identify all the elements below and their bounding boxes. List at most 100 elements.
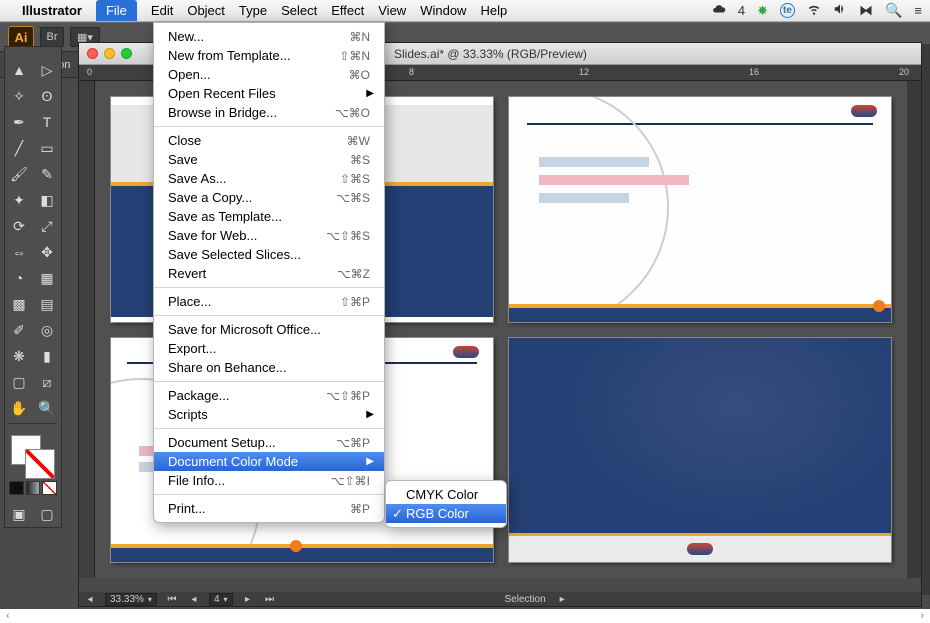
file-menu-item[interactable]: Save As...⇧⌘S [154,169,384,188]
file-menu-item[interactable]: Export... [154,339,384,358]
width-tool-icon[interactable]: ⇔ [5,239,33,265]
menu-view[interactable]: View [378,3,406,18]
submenu-arrow-icon: ▶ [366,409,374,420]
gradient-mode-icon[interactable] [26,481,41,495]
wifi-icon[interactable] [807,2,821,19]
menu-object[interactable]: Object [187,3,225,18]
window-zoom-icon[interactable] [121,48,132,59]
none-mode-icon[interactable] [42,481,57,495]
pen-tool-icon[interactable]: ✒ [5,109,33,135]
file-menu-item[interactable]: Revert⌥⌘Z [154,264,384,283]
file-menu-item[interactable]: File Info...⌥⇧⌘I [154,471,384,490]
symbol-sprayer-tool-icon[interactable]: ❋ [5,343,33,369]
file-menu-item[interactable]: Close⌘W [154,131,384,150]
menu-window[interactable]: Window [420,3,466,18]
menu-extras-icon[interactable]: ≡ [914,3,922,18]
artboard-nav-field[interactable]: 4▾ [209,593,233,606]
next-artboard-icon[interactable]: ▸ [241,594,255,605]
magic-wand-tool-icon[interactable]: ✧ [5,83,33,109]
file-menu-item[interactable]: Document Color Mode▶ [154,452,384,471]
pencil-tool-icon[interactable]: ✎ [33,161,61,187]
lasso-tool-icon[interactable]: ʘ [33,83,61,109]
artboard-4[interactable] [509,338,891,563]
shape-builder-tool-icon[interactable]: ◔ [5,265,33,291]
screen-mode-full-icon[interactable]: ▢ [33,501,61,527]
status-menu-icon[interactable]: ▸ [560,594,565,605]
blend-tool-icon[interactable]: ◎ [33,317,61,343]
selection-tool-icon[interactable]: ▲ [5,57,33,83]
blob-brush-tool-icon[interactable]: ✦ [5,187,33,213]
bluetooth-icon[interactable]: ⧓ [859,2,873,19]
last-artboard-icon[interactable]: ⏭ [263,594,277,605]
direct-selection-tool-icon[interactable]: ▷ [33,57,61,83]
menu-select[interactable]: Select [281,3,317,18]
rgb-color-item[interactable]: ✓RGB Color [386,504,506,523]
file-menu-item[interactable]: Save for Web...⌥⇧⌘S [154,226,384,245]
stroke-color-swatch[interactable] [25,449,55,479]
file-menu-item[interactable]: Print...⌘P [154,499,384,518]
file-menu-item[interactable]: Save Selected Slices... [154,245,384,264]
menu-help[interactable]: Help [480,3,507,18]
prev-page-icon[interactable]: ‹ [6,610,10,622]
type-tool-icon[interactable]: T [33,109,61,135]
file-menu-item[interactable]: New...⌘N [154,27,384,46]
perspective-tool-icon[interactable]: ▦ [33,265,61,291]
te-icon[interactable]: te [780,3,795,18]
eraser-tool-icon[interactable]: ◧ [33,187,61,213]
file-menu-item[interactable]: Save for Microsoft Office... [154,320,384,339]
eyedropper-tool-icon[interactable]: ✐ [5,317,33,343]
column-graph-tool-icon[interactable]: ▮ [33,343,61,369]
color-mode-icon[interactable] [9,481,24,495]
file-menu-item[interactable]: Save as Template... [154,207,384,226]
paintbrush-tool-icon[interactable]: 🖌 [5,161,33,187]
zoom-out-icon[interactable]: ◂ [83,594,97,605]
free-transform-tool-icon[interactable]: ✥ [33,239,61,265]
file-menu-item[interactable]: Scripts▶ [154,405,384,424]
zoom-tool-icon[interactable]: 🔍 [33,395,61,421]
window-minimize-icon[interactable] [104,48,115,59]
prev-artboard-icon[interactable]: ◂ [187,594,201,605]
file-menu-item[interactable]: Browse in Bridge...⌥⌘O [154,103,384,122]
scale-tool-icon[interactable]: ⤢ [33,213,61,239]
next-page-icon[interactable]: › [920,610,924,622]
artboard-tool-icon[interactable]: ▢ [5,369,33,395]
scrollbar-vertical[interactable] [907,81,921,578]
menu-file[interactable]: File [96,0,137,21]
line-tool-icon[interactable]: ╱ [5,135,33,161]
gradient-tool-icon[interactable]: ▤ [33,291,61,317]
panel-dock[interactable] [922,44,930,595]
app-name[interactable]: Illustrator [22,3,82,18]
dropbox-icon[interactable]: ✸ [757,3,768,19]
fill-stroke-swatches[interactable] [5,431,61,479]
menu-effect[interactable]: Effect [331,3,364,18]
screen-mode-normal-icon[interactable]: ▣ [5,501,33,527]
rectangle-tool-icon[interactable]: ▭ [33,135,61,161]
volume-icon[interactable] [833,2,847,19]
bridge-button[interactable]: Br [40,27,64,47]
logo-mark-icon [453,346,479,358]
file-menu-item[interactable]: Save⌘S [154,150,384,169]
first-artboard-icon[interactable]: ⏮ [165,594,179,605]
rotate-tool-icon[interactable]: ⟳ [5,213,33,239]
menu-type[interactable]: Type [239,3,267,18]
artboard-2[interactable] [509,97,891,322]
slice-tool-icon[interactable]: ⧄ [33,369,61,395]
file-menu-item[interactable]: Place...⇧⌘P [154,292,384,311]
spotlight-icon[interactable]: 🔍 [885,2,902,19]
cmyk-color-item[interactable]: CMYK Color [386,485,506,504]
hand-tool-icon[interactable]: ✋ [5,395,33,421]
zoom-field[interactable]: 33.33%▾ [105,593,157,606]
mesh-tool-icon[interactable]: ▩ [5,291,33,317]
creative-cloud-icon[interactable] [712,2,726,19]
submenu-arrow-icon: ▶ [366,88,374,99]
file-menu-item[interactable]: Open...⌘O [154,65,384,84]
file-menu-item[interactable]: New from Template...⇧⌘N [154,46,384,65]
menu-edit[interactable]: Edit [151,3,173,18]
file-menu-item[interactable]: Document Setup...⌥⌘P [154,433,384,452]
file-menu-item[interactable]: Package...⌥⇧⌘P [154,386,384,405]
window-close-icon[interactable] [87,48,98,59]
file-menu-item[interactable]: Open Recent Files▶ [154,84,384,103]
file-menu-item[interactable]: Save a Copy...⌥⌘S [154,188,384,207]
ruler-vertical[interactable] [79,81,95,578]
file-menu-item[interactable]: Share on Behance... [154,358,384,377]
